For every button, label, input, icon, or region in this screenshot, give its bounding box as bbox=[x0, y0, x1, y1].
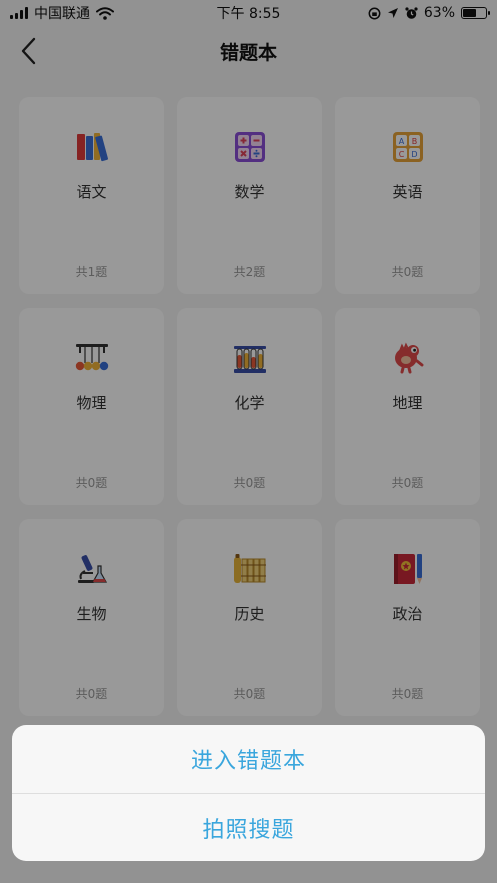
photo-search-button[interactable]: 拍照搜题 bbox=[12, 794, 485, 861]
screen: 中国联通 下午 8:55 63% 错题本 语文 共1题 数学 共2题 A B C… bbox=[0, 0, 497, 883]
enter-mistake-book-button[interactable]: 进入错题本 bbox=[12, 725, 485, 793]
action-sheet: 进入错题本 拍照搜题 bbox=[12, 725, 485, 861]
